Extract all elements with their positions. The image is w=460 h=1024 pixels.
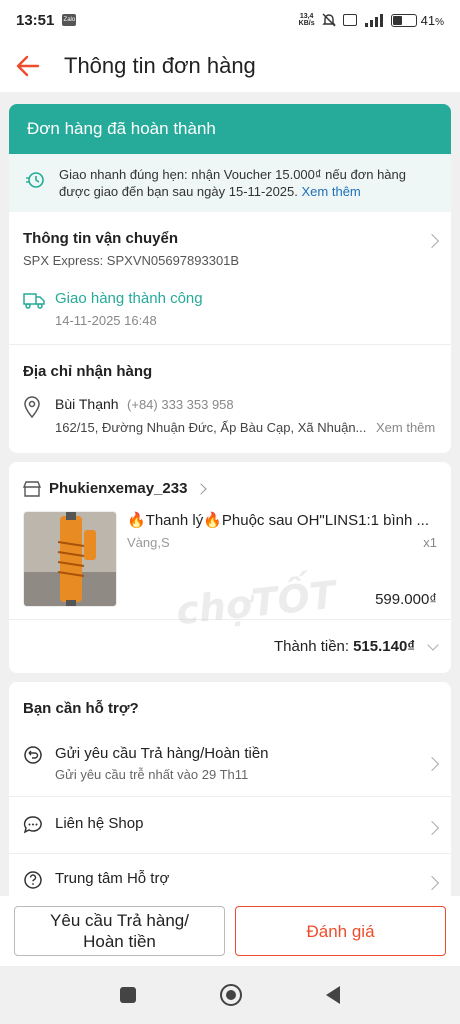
chevron-right-icon: [195, 482, 208, 495]
shop-name: Phukienxemay_233: [49, 480, 188, 497]
rear-shock-image: [24, 512, 116, 606]
bottom-action-bar: Yêu cầu Trả hàng/ Hoàn tiền Đánh giá: [0, 896, 460, 966]
network-speed: 13,4 KB/s: [299, 13, 315, 27]
support-card: Bạn cần hỗ trợ? Gửi yêu cầu Trả hàng/Hoà…: [9, 682, 451, 896]
return-refund-request[interactable]: Gửi yêu cầu Trả hàng/Hoàn tiền Gửi yêu c…: [9, 731, 451, 796]
chevron-down-icon: [427, 638, 439, 651]
rate-button[interactable]: Đánh giá: [235, 906, 446, 956]
order-detail-content[interactable]: Đơn hàng đã hoàn thành Giao nhanh đúng h…: [0, 96, 460, 896]
volte-icon: [342, 14, 357, 26]
order-status-text: Đơn hàng đã hoàn thành: [27, 119, 216, 138]
shipping-title: Thông tin vận chuyển: [23, 230, 179, 247]
chat-icon: [23, 816, 42, 834]
help-icon: [24, 871, 42, 889]
address-line: 162/15, Đường Nhuận Đức, Ấp Bàu Cạp, Xã …: [55, 420, 367, 435]
order-total-row[interactable]: Thành tiền: 515.140₫: [9, 619, 451, 673]
system-navigation-bar: [0, 966, 460, 1024]
shipping-info-section[interactable]: Thông tin vận chuyển SPX Express: SPXVN0…: [9, 212, 451, 345]
battery-indicator: 41%: [390, 13, 444, 28]
status-icons: 13,4 KB/s 41%: [299, 12, 444, 28]
store-icon: [23, 480, 41, 497]
return-button-line1: Yêu cầu Trả hàng/: [50, 911, 189, 930]
delivery-time: 14-11-2025 16:48: [55, 313, 157, 328]
help-center-label: Trung tâm Hỗ trợ: [55, 870, 170, 887]
back-button[interactable]: [326, 986, 340, 1004]
shop-header[interactable]: Phukienxemay_233: [9, 462, 451, 507]
total-label: Thành tiền:: [274, 638, 350, 655]
recents-button[interactable]: [120, 987, 136, 1003]
return-refund-label: Gửi yêu cầu Trả hàng/Hoàn tiền: [55, 745, 269, 762]
delivery-address-section: Địa chỉ nhận hàng Bùi Thạnh (+84) 333 35…: [9, 345, 451, 453]
address-row: Bùi Thạnh (+84) 333 353 958 162/15, Đườn…: [23, 396, 437, 435]
contact-shop[interactable]: Liên hệ Shop: [9, 796, 451, 853]
status-time: 13:51: [16, 11, 55, 29]
recipient-phone: (+84) 333 353 958: [127, 397, 234, 412]
battery-fill: [392, 15, 402, 25]
return-refund-button[interactable]: Yêu cầu Trả hàng/ Hoàn tiền: [14, 906, 225, 956]
product-price: 599.000₫: [375, 591, 437, 608]
shipping-carrier: SPX Express: SPXVN05697893301B: [23, 253, 240, 268]
contact-shop-label: Liên hệ Shop: [55, 815, 144, 832]
home-button[interactable]: [220, 984, 242, 1006]
help-center[interactable]: Trung tâm Hỗ trợ: [9, 853, 451, 896]
product-name: 🔥Thanh lý🔥Phuộc sau OH"LINS1:1 bình ...: [127, 512, 429, 529]
network-speed-unit: KB/s: [298, 20, 315, 27]
truck-icon: [23, 293, 45, 309]
network-speed-value: 13,4: [299, 13, 314, 20]
delivery-status: Giao hàng thành công: [55, 290, 203, 307]
rate-button-label: Đánh giá: [306, 921, 375, 941]
voucher-notice: Giao nhanh đúng hẹn: nhận Voucher 15.000…: [9, 154, 451, 212]
battery-percent: 41%: [421, 13, 444, 28]
status-bar: 13:51 Zalo 13,4 KB/s 41%: [0, 0, 460, 40]
voucher-see-more-link[interactable]: Xem thêm: [302, 184, 361, 199]
shipping-status-row: Giao hàng thành công 14-11-2025 16:48: [23, 290, 437, 328]
total-value: 515.140₫: [353, 638, 415, 655]
order-status-banner: Đơn hàng đã hoàn thành: [9, 104, 451, 154]
mute-bell-icon: [321, 13, 336, 27]
chevron-right-icon: [424, 875, 440, 891]
recipient-name: Bùi Thạnh: [55, 396, 119, 412]
address-title: Địa chỉ nhận hàng: [23, 363, 153, 380]
battery-icon: [390, 13, 417, 27]
zalo-notification-icon: Zalo: [62, 14, 77, 26]
return-button-line2: Hoàn tiền: [83, 932, 156, 951]
signal-icon: [364, 14, 383, 27]
product-item[interactable]: 🔥Thanh lý🔥Phuộc sau OH"LINS1:1 bình ... …: [9, 507, 451, 619]
address-see-more-link[interactable]: Xem thêm: [376, 420, 435, 435]
product-quantity: x1: [423, 535, 437, 550]
product-variant: Vàng,S: [127, 535, 170, 550]
order-items-card: Phukienxemay_233 🔥Thanh lý🔥Phuộc sau OH"…: [9, 462, 451, 673]
fast-delivery-clock-icon: [26, 172, 44, 188]
return-deadline: Gửi yêu cầu trễ nhất vào 29 Th11: [55, 767, 249, 782]
app-header: Thông tin đơn hàng: [0, 40, 460, 92]
location-pin-icon: [24, 396, 40, 418]
page-title: Thông tin đơn hàng: [64, 53, 256, 78]
battery-value: 41: [420, 12, 436, 28]
chevron-right-icon: [424, 756, 440, 772]
back-arrow-icon[interactable]: [14, 52, 42, 80]
product-thumbnail: [23, 511, 117, 607]
battery-unit: %: [435, 16, 444, 28]
return-icon: [24, 746, 42, 764]
chevron-right-icon: [424, 820, 440, 836]
support-title: Bạn cần hỗ trợ?: [23, 700, 139, 717]
